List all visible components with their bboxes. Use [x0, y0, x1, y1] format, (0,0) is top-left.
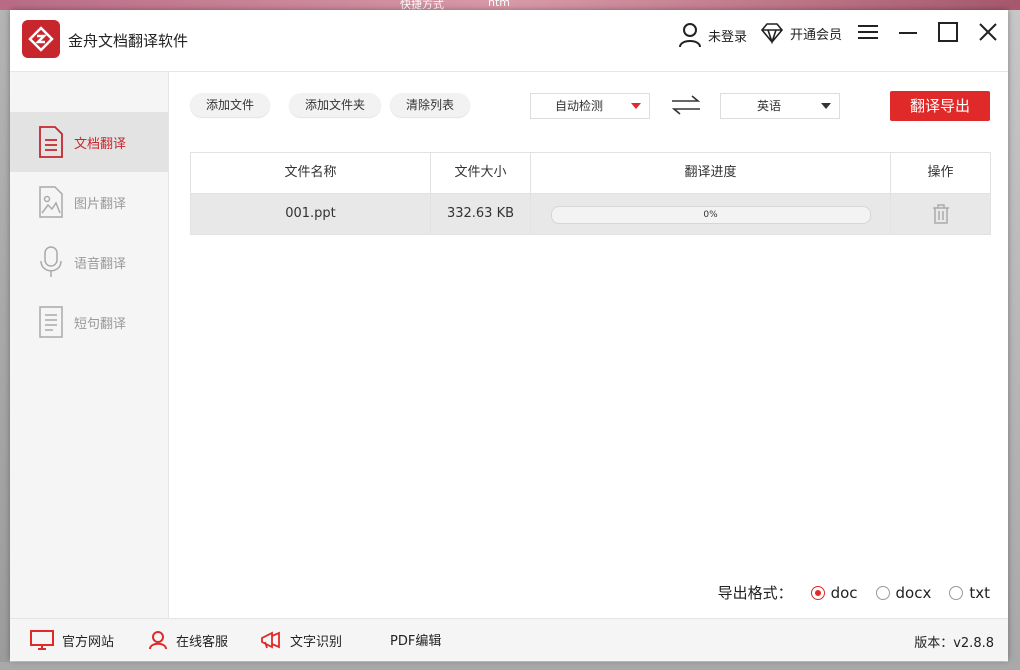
vip-label: 开通会员 — [790, 27, 843, 43]
desktop-strip: 快捷方式 htm — [0, 0, 1020, 11]
file-size-cell: 332.63 KB — [431, 194, 531, 234]
sidebar-item-image-translate[interactable]: 图片翻译 — [10, 172, 168, 232]
sidebar-item-label: 短句翻译 — [74, 317, 127, 332]
app-logo-icon — [22, 20, 60, 58]
swap-language-icon[interactable] — [670, 95, 702, 119]
progress-bar: 0% — [550, 206, 871, 224]
format-radio-doc[interactable]: doc — [810, 583, 858, 602]
sidebar-item-document-translate[interactable]: 文档翻译 — [10, 112, 168, 172]
table-row[interactable]: 001.ppt 332.63 KB 0% — [191, 194, 990, 234]
file-table: 文件名称 文件大小 翻译进度 操作 001.ppt 332.63 KB 0% — [190, 152, 991, 235]
main-panel: 添加文件 添加文件夹 清除列表 自动检测 英语 翻译导出 文件名称 文件大小 翻… — [169, 72, 1008, 618]
microphone-icon — [40, 246, 62, 277]
table-header-row: 文件名称 文件大小 翻译进度 操作 — [191, 153, 990, 194]
target-language-select[interactable]: 英语 — [720, 93, 840, 119]
user-support-icon — [149, 631, 167, 650]
megaphone-icon — [261, 631, 280, 649]
column-header-progress: 翻译进度 — [531, 153, 891, 193]
title-bar: 金舟文档翻译软件 未登录 开通会员 — [10, 10, 1008, 72]
login-button[interactable]: 未登录 — [678, 22, 747, 48]
sidebar-item-sentence-translate[interactable]: 短句翻译 — [10, 292, 168, 352]
progress-text: 0% — [703, 210, 718, 220]
export-format-group: 导出格式： doc docx txt — [718, 582, 990, 603]
monitor-icon — [30, 630, 54, 650]
add-file-button[interactable]: 添加文件 — [190, 93, 271, 117]
desktop-left-edge — [0, 10, 10, 670]
online-support-label: 在线客服 — [176, 634, 229, 650]
desktop-file-label: htm — [488, 0, 510, 9]
translate-export-button[interactable]: 翻译导出 — [890, 91, 990, 121]
target-language-value: 英语 — [756, 99, 781, 113]
dropdown-arrow-icon — [821, 103, 831, 109]
sidebar-item-label: 文档翻译 — [74, 137, 127, 152]
ocr-label: 文字识别 — [290, 634, 343, 650]
app-window: 金舟文档翻译软件 未登录 开通会员 文档翻译 图片翻译 语音翻译 短句翻译 添加… — [10, 10, 1008, 661]
format-option-label: txt — [969, 583, 990, 602]
progress-cell: 0% — [531, 194, 891, 234]
version-text: 版本：v2.8.8 — [914, 636, 994, 651]
add-folder-button[interactable]: 添加文件夹 — [289, 93, 382, 117]
diamond-icon — [760, 23, 784, 44]
format-radio-docx[interactable]: docx — [875, 583, 932, 602]
clear-list-button[interactable]: 清除列表 — [390, 93, 471, 117]
pdf-edit-label: PDF编辑 — [390, 634, 442, 649]
official-website-label: 官方网站 — [62, 634, 115, 650]
format-option-label: doc — [830, 583, 858, 602]
image-icon — [39, 186, 63, 218]
login-label: 未登录 — [708, 29, 748, 45]
user-icon — [679, 23, 701, 48]
file-name-cell: 001.ppt — [191, 194, 431, 234]
export-format-label: 导出格式： — [717, 584, 793, 602]
sidebar-item-voice-translate[interactable]: 语音翻译 — [10, 232, 168, 292]
source-language-select[interactable]: 自动检测 — [530, 93, 650, 119]
format-radio-txt[interactable]: txt — [949, 584, 990, 602]
radio-dot — [949, 585, 964, 600]
document-icon — [39, 126, 63, 158]
footer-bar: 官方网站 在线客服 文字识别 PDF编辑 版本：v2.8.8 — [10, 618, 1008, 661]
column-header-size: 文件大小 — [431, 153, 531, 193]
format-option-label: docx — [895, 583, 932, 602]
official-website-link[interactable]: 官方网站 — [30, 630, 114, 650]
close-icon[interactable] — [976, 20, 1004, 48]
app-title: 金舟文档翻译软件 — [68, 32, 189, 50]
pdf-edit-link[interactable]: PDF编辑 — [390, 630, 441, 649]
dropdown-arrow-icon — [631, 103, 641, 109]
desktop-bottom-edge — [0, 662, 1020, 670]
desktop-right-edge — [1008, 10, 1020, 670]
radio-dot — [875, 585, 890, 600]
sidebar: 文档翻译 图片翻译 语音翻译 短句翻译 — [10, 72, 169, 618]
vip-button[interactable]: 开通会员 — [760, 22, 842, 44]
column-header-action: 操作 — [927, 165, 954, 180]
text-page-icon — [39, 306, 63, 338]
menu-icon[interactable] — [856, 20, 884, 48]
sidebar-item-label: 图片翻译 — [74, 197, 127, 212]
ocr-link[interactable]: 文字识别 — [260, 630, 342, 650]
maximize-icon[interactable] — [936, 20, 964, 48]
minimize-icon[interactable] — [896, 20, 924, 48]
source-language-value: 自动检测 — [554, 99, 603, 113]
radio-dot — [810, 585, 825, 600]
column-header-name: 文件名称 — [191, 153, 431, 193]
trash-icon[interactable] — [932, 204, 950, 224]
action-cell — [891, 194, 990, 234]
online-support-link[interactable]: 在线客服 — [148, 630, 228, 650]
sidebar-item-label: 语音翻译 — [74, 257, 127, 272]
